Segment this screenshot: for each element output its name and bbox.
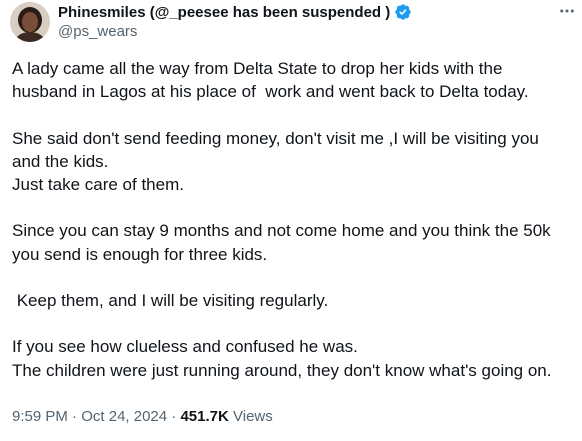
tweet-line: She said don't send feeding money, don't… xyxy=(12,128,539,148)
views-label: Views xyxy=(233,408,273,425)
tweet-line: A lady came all the way from Delta State… xyxy=(12,59,503,78)
tweet-card: Phinesmiles (@_peesee has been suspended… xyxy=(0,0,582,441)
verified-badge-icon xyxy=(394,3,412,21)
tweet-line: The children were just running around, t… xyxy=(12,360,552,380)
tweet-line: Just take care of them. xyxy=(12,175,184,194)
author-name-row: Phinesmiles (@_peesee has been suspended… xyxy=(58,3,412,21)
tweet-date[interactable]: Oct 24, 2024 xyxy=(81,408,167,425)
tweet-time[interactable]: 9:59 PM xyxy=(12,408,68,425)
meta-separator: · xyxy=(171,408,177,425)
tweet-line: Since you can stay 9 months and not come… xyxy=(12,221,551,241)
views-count[interactable]: 451.7K xyxy=(180,408,228,425)
tweet-meta: 9:59 PM · Oct 24, 2024 · 451.7K Views xyxy=(12,408,273,425)
tweet-line: and the kids. xyxy=(12,151,109,171)
tweet-text: A lady came all the way from Delta State… xyxy=(12,57,574,382)
author-display-name[interactable]: Phinesmiles (@_peesee has been suspended… xyxy=(58,4,390,21)
tweet-line: If you see how clueless and confused he … xyxy=(12,337,358,357)
avatar-image xyxy=(10,2,50,42)
avatar[interactable] xyxy=(10,2,50,42)
tweet-line: Keep them, and I will be visiting regula… xyxy=(12,290,329,310)
meta-separator: · xyxy=(72,408,78,425)
author-handle[interactable]: @ps_wears xyxy=(58,23,137,40)
tweet-line: you send is enough for three kids. xyxy=(12,244,268,264)
more-options-icon[interactable] xyxy=(558,2,576,20)
tweet-line: husband in Lagos at his place of work an… xyxy=(12,82,529,102)
